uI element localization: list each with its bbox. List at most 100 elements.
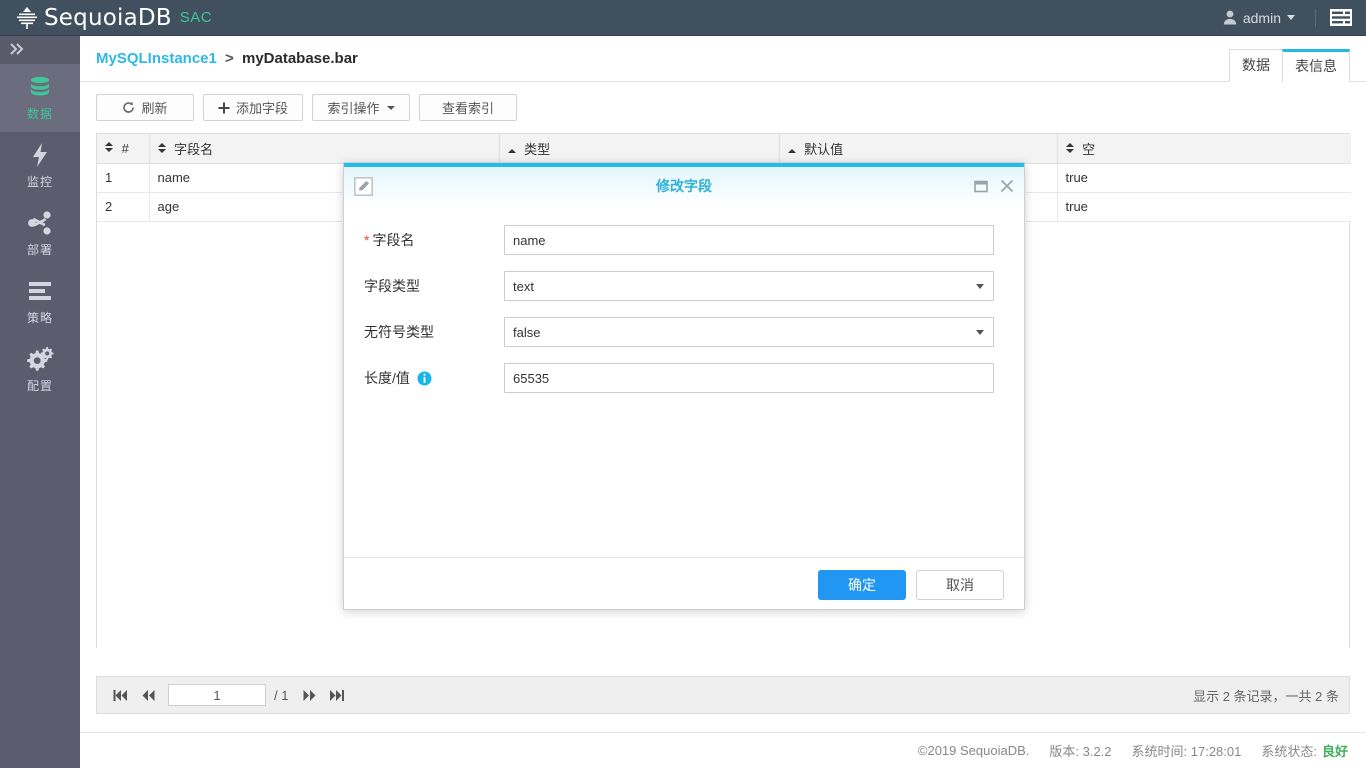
list-bars-icon (27, 278, 53, 304)
edit-pencil-icon (354, 177, 373, 196)
modal-title: 修改字段 (344, 176, 1024, 196)
refresh-icon (122, 101, 135, 114)
app-root: SequoiaDB SAC admin (0, 0, 1366, 768)
sidebar: 数据 监控 (0, 36, 80, 768)
breadcrumb-separator: > (225, 50, 234, 67)
breadcrumb-root-link[interactable]: MySQLInstance1 (96, 50, 217, 67)
column-header-number[interactable]: # (97, 134, 149, 163)
sort-icon (158, 143, 166, 153)
database-icon (27, 74, 53, 100)
breadcrumb-current: myDatabase.bar (242, 50, 358, 67)
column-header-nullable[interactable]: 空 (1057, 134, 1351, 163)
status-bar: ©2019 SequoiaDB. 版本: 3.2.2 系统时间: 17:28:0… (80, 732, 1366, 768)
cell-nullable: true (1057, 192, 1351, 221)
field-type-label: 字段类型 (364, 276, 504, 296)
user-menu[interactable]: admin (1217, 10, 1301, 26)
top-bar-divider (1315, 9, 1316, 27)
form-row-unsigned: 无符号类型 (364, 317, 994, 347)
user-label: admin (1243, 10, 1281, 26)
form-row-field-type: 字段类型 (364, 271, 994, 301)
sidebar-item-label: 策略 (27, 309, 53, 326)
tree-logo-icon (14, 5, 40, 31)
sidebar-item-label: 部署 (27, 241, 53, 258)
unsigned-label: 无符号类型 (364, 322, 504, 342)
field-name-label: * 字段名 (364, 230, 504, 250)
sidebar-item-config[interactable]: 配置 (0, 336, 80, 404)
index-operations-button[interactable]: 索引操作 (312, 94, 410, 121)
tab-table-info[interactable]: 表信息 (1282, 49, 1350, 82)
next-page-icon[interactable] (296, 689, 323, 702)
sidebar-item-policy[interactable]: 策略 (0, 268, 80, 336)
brand-name: SequoiaDB (44, 5, 172, 31)
chevron-down-icon (1287, 15, 1295, 20)
field-name-input[interactable] (504, 225, 994, 255)
sort-icon (105, 142, 113, 152)
sidebar-item-data[interactable]: 数据 (0, 64, 80, 132)
modal-header: 修改字段 (344, 167, 1024, 205)
refresh-label: 刷新 (141, 98, 167, 117)
page-number-input[interactable] (168, 684, 266, 706)
close-icon[interactable] (1000, 179, 1014, 193)
system-time-label: 系统时间: 17:28:01 (1132, 741, 1242, 760)
records-summary: 显示 2 条记录，一共 2 条 (1193, 686, 1339, 705)
column-header-default-value[interactable]: 默认值 (779, 134, 1057, 163)
modal-body: * 字段名 字段类型 无符号类型 (344, 205, 1024, 557)
page-header: MySQLInstance1 > myDatabase.bar 数据 表信息 (80, 36, 1366, 82)
view-index-button[interactable]: 查看索引 (419, 94, 517, 121)
brand-suffix: SAC (180, 9, 212, 26)
field-type-select[interactable] (504, 271, 994, 301)
sidebar-item-label: 配置 (27, 377, 53, 394)
add-field-label: 添加字段 (236, 98, 288, 117)
tab-data[interactable]: 数据 (1229, 49, 1283, 82)
prev-page-icon[interactable] (135, 689, 162, 702)
length-label: 长度/值 (364, 368, 504, 388)
modal-footer: 确定 取消 (344, 557, 1024, 611)
cell-number: 2 (97, 192, 149, 221)
add-field-button[interactable]: 添加字段 (203, 94, 303, 121)
brand: SequoiaDB SAC (0, 5, 212, 31)
sidebar-collapse-toggle[interactable] (0, 36, 80, 64)
column-header-field-name[interactable]: 字段名 (149, 134, 499, 163)
cell-number: 1 (97, 163, 149, 192)
sort-icon (788, 149, 796, 153)
system-status-value: 良好 (1322, 741, 1348, 760)
form-row-field-name: * 字段名 (364, 225, 994, 255)
system-status-label: 系统状态: (1261, 741, 1317, 760)
field-type-value[interactable] (504, 271, 994, 301)
top-bar: SequoiaDB SAC admin (0, 0, 1366, 36)
list-menu-icon[interactable] (1330, 9, 1352, 26)
sidebar-item-label: 监控 (27, 173, 53, 190)
maximize-icon[interactable] (974, 180, 988, 193)
toolbar: 刷新 添加字段 索引操作 查看索引 (80, 82, 1366, 121)
tab-bar: 数据 表信息 (1230, 49, 1350, 82)
share-nodes-icon (27, 210, 53, 236)
unsigned-value[interactable] (504, 317, 994, 347)
table-header-row: # 字段名 类型 默认值 (97, 134, 1351, 163)
cancel-button[interactable]: 取消 (916, 570, 1004, 600)
sort-icon (1066, 143, 1074, 153)
first-page-icon[interactable] (107, 689, 135, 702)
total-pages-label: / 1 (274, 688, 288, 703)
length-input[interactable] (504, 363, 994, 393)
sidebar-item-deploy[interactable]: 部署 (0, 200, 80, 268)
form-row-length: 长度/值 (364, 363, 994, 393)
copyright-label: ©2019 SequoiaDB. (918, 743, 1030, 758)
plus-icon (218, 102, 230, 114)
user-icon (1223, 10, 1237, 25)
double-chevron-right-icon (10, 43, 26, 58)
confirm-button[interactable]: 确定 (818, 570, 906, 600)
last-page-icon[interactable] (323, 689, 351, 702)
column-header-type[interactable]: 类型 (499, 134, 779, 163)
caret-down-icon (387, 106, 395, 110)
unsigned-select[interactable] (504, 317, 994, 347)
lightning-icon (29, 142, 51, 168)
required-star-icon: * (364, 233, 369, 247)
breadcrumb: MySQLInstance1 > myDatabase.bar (96, 50, 358, 67)
pagination-bar: / 1 显示 2 条记录，一共 2 条 (96, 676, 1350, 714)
edit-field-modal: 修改字段 * 字段名 (343, 162, 1025, 610)
refresh-button[interactable]: 刷新 (96, 94, 194, 121)
sidebar-item-monitor[interactable]: 监控 (0, 132, 80, 200)
gears-icon (26, 346, 54, 372)
info-circle-icon[interactable] (417, 371, 432, 386)
index-operations-label: 索引操作 (328, 98, 380, 117)
